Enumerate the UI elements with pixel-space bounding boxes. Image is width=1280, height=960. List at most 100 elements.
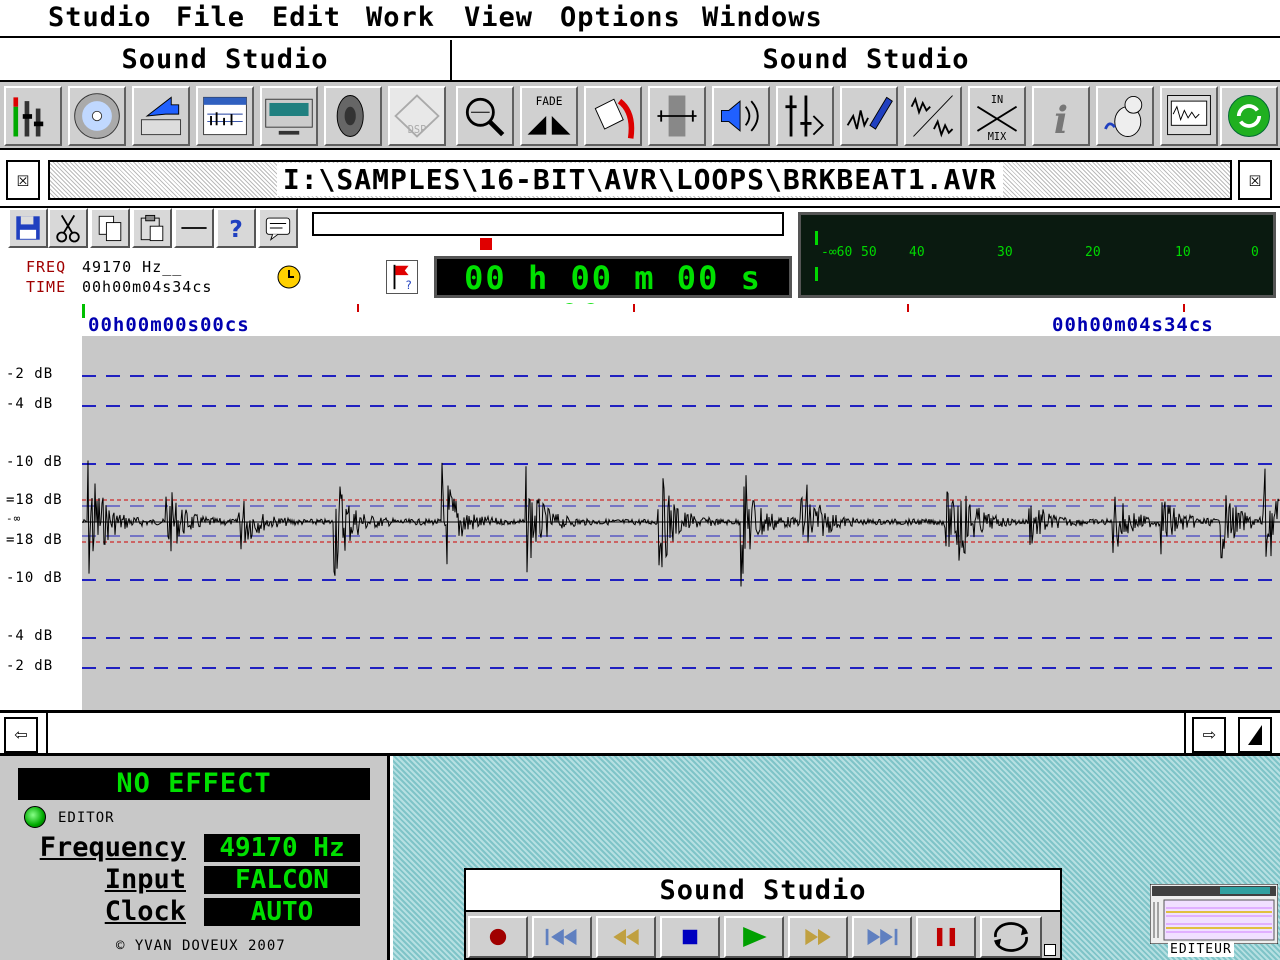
file-path-title[interactable]: I:\SAMPLES\16-BIT\AVR\LOOPS\BRKBEAT1.AVR: [48, 160, 1232, 200]
cut-button[interactable]: [48, 208, 88, 248]
db-label: -10 dB: [6, 454, 63, 470]
time-value: 00h00m04s34cs: [82, 278, 213, 296]
time-ruler[interactable]: 00h00m00s00cs 00h00m04s34cs: [0, 304, 1280, 336]
vu-bar-bottom: [815, 267, 818, 281]
edit-tool-icon[interactable]: [776, 86, 834, 146]
ruler-tick: [1183, 304, 1185, 312]
left-window-title[interactable]: Sound Studio: [0, 40, 452, 82]
help-icon[interactable]: ?: [216, 208, 256, 248]
editeur-label: EDITEUR: [1168, 942, 1234, 957]
marker-flag-icon[interactable]: ?: [386, 260, 418, 294]
editeur-thumbnail-icon: [1149, 883, 1279, 945]
pause-button[interactable]: [916, 916, 976, 958]
clock-icon[interactable]: [276, 264, 302, 290]
menu-options[interactable]: Options: [560, 2, 681, 33]
scope-icon[interactable]: [1160, 86, 1218, 146]
progress-field: [312, 212, 784, 236]
toolbar: DSP FADE IN MIX i: [0, 82, 1280, 150]
svg-text:MIX: MIX: [988, 131, 1007, 143]
normalize-icon[interactable]: [648, 86, 706, 146]
freq-value: 49170 Hz__: [82, 258, 183, 276]
volume-icon[interactable]: [712, 86, 770, 146]
svg-text:FADE: FADE: [536, 95, 563, 108]
vu-tick: 30: [997, 245, 1013, 260]
transport-title[interactable]: Sound Studio: [466, 870, 1060, 912]
db-label: -10 dB: [6, 570, 63, 586]
menu-studio[interactable]: Studio: [48, 2, 152, 33]
refresh-icon[interactable]: [1220, 86, 1278, 146]
db-label: =18 dB: [6, 492, 63, 508]
menu-edit[interactable]: Edit: [272, 2, 341, 33]
stop-button[interactable]: [660, 916, 720, 958]
mixer-icon[interactable]: [4, 86, 62, 146]
save-button[interactable]: [8, 208, 48, 248]
time-counter: 00 h 00 m 00 s 00 cs: [434, 256, 792, 335]
menu-view[interactable]: View: [464, 2, 533, 33]
db-label: -2 dB: [6, 658, 54, 674]
vu-tick: 50: [861, 245, 877, 260]
right-window-title[interactable]: Sound Studio: [452, 40, 1280, 82]
scroll-left-button[interactable]: ⇦: [4, 717, 38, 753]
menu-work[interactable]: Work: [366, 2, 435, 33]
pen-icon[interactable]: [840, 86, 898, 146]
ruler-tick: [357, 304, 359, 312]
monitor-icon[interactable]: [260, 86, 318, 146]
copyright-text: © YVAN DOVEUX 2007: [116, 938, 286, 954]
menu-file[interactable]: File: [176, 2, 245, 33]
input-value[interactable]: FALCON: [204, 866, 360, 894]
editeur-desktop-icon[interactable]: EDITEUR: [1149, 883, 1279, 960]
ruler-tick: [907, 304, 909, 312]
file-path-bar: ☒ I:\SAMPLES\16-BIT\AVR\LOOPS\BRKBEAT1.A…: [0, 152, 1280, 208]
vu-tick: -∞60: [821, 245, 853, 260]
go-start-button[interactable]: [532, 916, 592, 958]
transport-resize-handle[interactable]: [1044, 944, 1056, 956]
horizontal-scrollbar[interactable]: ⇦ ⇨: [0, 710, 1280, 756]
info-icon[interactable]: i: [1032, 86, 1090, 146]
resize-handle[interactable]: [1238, 717, 1272, 753]
fast-forward-button[interactable]: [788, 916, 848, 958]
svg-text:i: i: [1054, 98, 1068, 142]
import-icon[interactable]: [132, 86, 190, 146]
play-marker[interactable]: [480, 238, 492, 250]
comment-icon[interactable]: [258, 208, 298, 248]
clock-value[interactable]: AUTO: [204, 898, 360, 926]
scroll-track[interactable]: [46, 713, 1186, 753]
svg-text:?: ?: [229, 215, 243, 243]
waveform-cut-icon[interactable]: [904, 86, 962, 146]
start-marker[interactable]: [82, 304, 85, 318]
editor-led-icon[interactable]: [24, 806, 46, 828]
fade-icon[interactable]: FADE: [520, 86, 578, 146]
go-end-button[interactable]: [852, 916, 912, 958]
dog-icon[interactable]: [1096, 86, 1154, 146]
loop-button[interactable]: [980, 916, 1042, 958]
paint-bucket-icon[interactable]: [584, 86, 642, 146]
speaker-icon[interactable]: [324, 86, 382, 146]
record-button[interactable]: [468, 916, 528, 958]
menu-windows[interactable]: Windows: [702, 2, 823, 33]
copy-button[interactable]: [90, 208, 130, 248]
waveform-view[interactable]: [81, 336, 1280, 710]
play-button[interactable]: [724, 916, 784, 958]
waveform-trace: [81, 460, 1280, 587]
frequency-value[interactable]: 49170 Hz: [204, 834, 360, 862]
dsp-icon[interactable]: DSP: [388, 86, 446, 146]
rewind-button[interactable]: [596, 916, 656, 958]
scroll-right-button[interactable]: ⇨: [1192, 717, 1226, 753]
vu-tick: 0: [1251, 245, 1259, 260]
close-window-button[interactable]: ☒: [6, 160, 40, 200]
editor-label: EDITOR: [58, 810, 115, 826]
db-label: =18 dB: [6, 532, 63, 548]
silence-button[interactable]: [174, 208, 214, 248]
sequencer-icon[interactable]: [196, 86, 254, 146]
input-label: Input: [104, 864, 186, 895]
db-label: -4 dB: [6, 396, 54, 412]
svg-text:DSP: DSP: [408, 124, 427, 136]
paste-button[interactable]: [132, 208, 172, 248]
mix-icon[interactable]: IN MIX: [968, 86, 1026, 146]
db-label: -∞: [6, 512, 22, 525]
svg-text:IN: IN: [991, 94, 1003, 106]
zoom-icon[interactable]: [456, 86, 514, 146]
fullsize-window-button[interactable]: ☒: [1238, 160, 1272, 200]
vu-bar-top: [815, 231, 818, 245]
cd-icon[interactable]: [68, 86, 126, 146]
